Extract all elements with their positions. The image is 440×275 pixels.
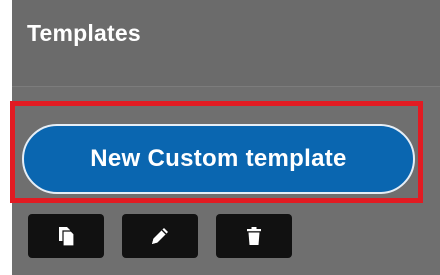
copy-template-button[interactable] xyxy=(28,214,104,258)
delete-template-button[interactable] xyxy=(216,214,292,258)
panel-header: Templates xyxy=(12,0,440,87)
templates-panel: Templates New Custom template xyxy=(10,0,440,275)
trash-icon xyxy=(245,225,263,247)
copy-icon xyxy=(57,225,75,247)
pencil-icon xyxy=(149,225,171,247)
new-custom-template-button[interactable]: New Custom template xyxy=(22,124,415,194)
edit-template-button[interactable] xyxy=(122,214,198,258)
panel-title: Templates xyxy=(27,20,141,46)
